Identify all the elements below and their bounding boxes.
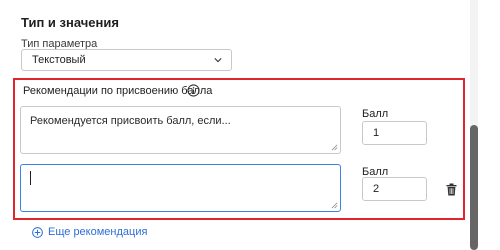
section-title: Тип и значения bbox=[21, 15, 119, 30]
score-input-1-value: 1 bbox=[373, 127, 380, 139]
resize-grip-icon[interactable] bbox=[331, 144, 338, 151]
param-type-select[interactable]: Текстовый bbox=[21, 49, 232, 71]
scrollbar-thumb[interactable] bbox=[470, 125, 478, 250]
recommendation-text-1[interactable]: Рекомендуется присвоить балл, если... bbox=[20, 106, 341, 154]
plus-circle-icon bbox=[32, 226, 43, 238]
trash-icon[interactable] bbox=[446, 183, 457, 196]
chevron-down-icon bbox=[214, 58, 222, 63]
score-label-1: Балл bbox=[362, 108, 389, 120]
param-type-value: Текстовый bbox=[32, 54, 86, 66]
text-caret bbox=[30, 171, 31, 185]
recommendations-label: Рекомендации по присвоению балла bbox=[23, 85, 213, 97]
recommendation-text-1-value: Рекомендуется присвоить балл, если... bbox=[30, 115, 231, 127]
score-input-1[interactable]: 1 bbox=[362, 121, 427, 145]
resize-grip-icon[interactable] bbox=[331, 202, 338, 209]
score-input-2-value: 2 bbox=[373, 183, 380, 195]
info-icon[interactable] bbox=[187, 84, 200, 97]
score-input-2[interactable]: 2 bbox=[362, 177, 427, 201]
add-recommendation-label: Еще рекомендация bbox=[48, 226, 148, 238]
add-recommendation-link[interactable]: Еще рекомендация bbox=[32, 226, 147, 238]
recommendation-text-2[interactable] bbox=[20, 164, 341, 212]
